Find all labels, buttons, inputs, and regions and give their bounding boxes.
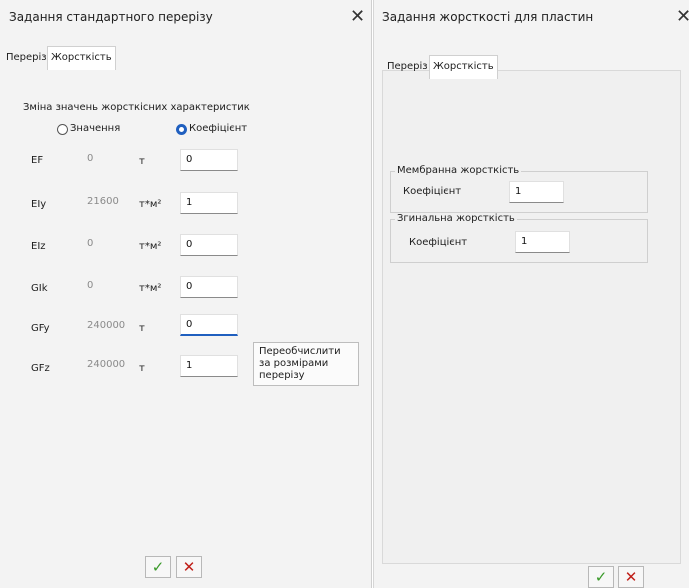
- tab-stiffness[interactable]: Жорсткість: [47, 46, 116, 70]
- bending-coef-input[interactable]: 1: [515, 231, 570, 253]
- tab-stiffness[interactable]: Жорсткість: [429, 55, 498, 79]
- cancel-button[interactable]: ✕: [618, 566, 644, 588]
- value-field-gfz: 240000: [82, 355, 136, 377]
- row-name: EIy: [31, 199, 47, 210]
- group-title: Мембранна жорсткість: [395, 165, 522, 176]
- coef-input-ef[interactable]: 0: [180, 149, 238, 171]
- value-field-ef: 0: [82, 149, 136, 171]
- section-label: Зміна значень жорсткісних характеристик: [23, 102, 250, 113]
- value-field-gik: 0: [82, 276, 136, 298]
- coef-input-eiy[interactable]: 1: [180, 192, 238, 214]
- coef-input-eiz[interactable]: 0: [180, 234, 238, 256]
- unit-label: т*м²: [139, 283, 162, 294]
- coef-label: Коефіцієнт: [403, 186, 462, 197]
- title-bar: Задання стандартного перерізу ✕: [0, 0, 371, 36]
- ok-button[interactable]: ✓: [145, 556, 171, 578]
- bending-stiffness-group: Згинальна жорсткість Коефіцієнт 1: [390, 213, 648, 263]
- coef-input-gfy[interactable]: 0: [180, 314, 238, 336]
- row-name: EIz: [31, 241, 46, 252]
- membrane-stiffness-group: Мембранна жорсткість Коефіцієнт 1: [390, 165, 648, 213]
- row-name: EF: [31, 155, 44, 166]
- unit-label: т: [139, 323, 145, 334]
- coef-label: Коефіцієнт: [409, 237, 468, 248]
- coef-input-gfz[interactable]: 1: [180, 355, 238, 377]
- value-field-eiy: 21600: [82, 192, 136, 214]
- row-name: GFz: [31, 363, 50, 374]
- tab-section[interactable]: Переріз: [3, 48, 50, 68]
- radio-coefficient-label: Коефіцієнт: [189, 123, 248, 134]
- group-title: Згинальна жорсткість: [395, 213, 517, 224]
- close-icon[interactable]: ✕: [350, 6, 365, 28]
- dialog-title: Задання стандартного перерізу: [9, 10, 213, 24]
- standard-section-dialog: Задання стандартного перерізу ✕ Переріз …: [0, 0, 372, 588]
- radio-values[interactable]: [57, 124, 68, 135]
- radio-values-label: Значення: [70, 123, 121, 134]
- radio-coefficient[interactable]: [176, 124, 187, 135]
- unit-label: т: [139, 156, 145, 167]
- title-bar: Задання жорсткості для пластин ✕: [374, 0, 689, 36]
- cancel-button[interactable]: ✕: [176, 556, 202, 578]
- dialog-title: Задання жорсткості для пластин: [382, 10, 594, 24]
- value-field-eiz: 0: [82, 234, 136, 256]
- close-icon[interactable]: ✕: [676, 6, 689, 28]
- stiffness-panel: Мембранна жорсткість Коефіцієнт 1 Згинал…: [382, 70, 681, 564]
- ok-button[interactable]: ✓: [588, 566, 614, 588]
- stiffness-panel: Зміна значень жорсткісних характеристик …: [2, 70, 368, 545]
- tab-section[interactable]: Переріз: [384, 57, 431, 77]
- unit-label: т: [139, 363, 145, 374]
- recalculate-button[interactable]: Переобчислити за розмірами перерізу: [253, 342, 359, 386]
- row-name: GIk: [31, 283, 48, 294]
- membrane-coef-input[interactable]: 1: [509, 181, 564, 203]
- plate-stiffness-dialog: Задання жорсткості для пластин ✕ Мембран…: [373, 0, 689, 588]
- coef-input-gik[interactable]: 0: [180, 276, 238, 298]
- row-name: GFy: [31, 323, 50, 334]
- unit-label: т*м²: [139, 199, 162, 210]
- unit-label: т*м²: [139, 241, 162, 252]
- value-field-gfy: 240000: [82, 316, 136, 338]
